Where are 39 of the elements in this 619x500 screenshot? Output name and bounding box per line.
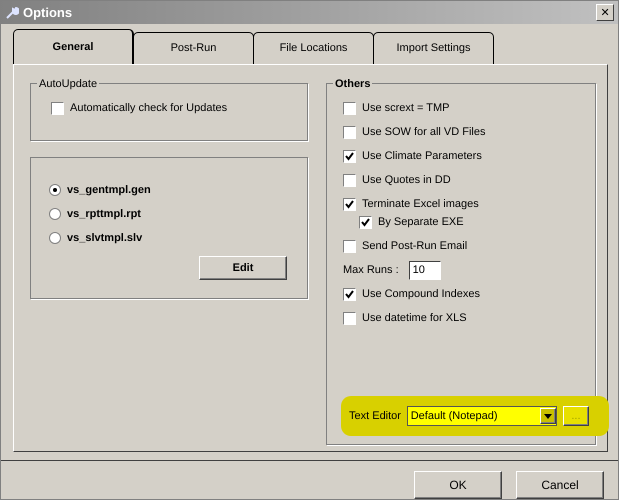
checkbox[interactable] <box>343 150 356 162</box>
checkbox[interactable] <box>343 102 356 114</box>
checkbox-label: By Separate EXE <box>378 214 464 230</box>
window-title: Options <box>23 4 72 22</box>
radio-label: vs_gentmpl.gen <box>67 182 151 198</box>
field-label: Max Runs : <box>343 262 399 278</box>
tab[interactable]: Import Settings <box>373 32 494 64</box>
checkbox[interactable] <box>343 198 356 210</box>
checkbox-label: Use scrext = TMP <box>362 100 450 116</box>
checkbox[interactable] <box>343 288 356 300</box>
edit-button[interactable]: Edit <box>199 256 287 280</box>
radio-button[interactable] <box>49 208 61 220</box>
checkbox[interactable] <box>343 174 356 186</box>
checkbox-label: Terminate Excel images <box>362 196 479 212</box>
checkbox[interactable] <box>51 102 64 114</box>
dialog-button[interactable]: OK <box>414 471 502 499</box>
checkbox[interactable] <box>343 240 356 252</box>
field-label: Text Editor <box>349 408 401 424</box>
checkbox-label: Use SOW for all VD Files <box>362 124 486 140</box>
radio-button[interactable] <box>49 232 61 244</box>
radio-button[interactable] <box>49 184 61 196</box>
dialog-button[interactable]: Cancel <box>516 471 604 499</box>
checkbox-label: Use Quotes in DD <box>362 172 451 188</box>
close-button[interactable]: ✕ <box>596 4 614 21</box>
wrench-icon <box>5 6 19 20</box>
checkbox-label: Use datetime for XLS <box>362 310 467 326</box>
number-field[interactable]: 10 <box>408 260 441 280</box>
radio-label: vs_rpttmpl.rpt <box>67 206 141 222</box>
radio-label: vs_slvtmpl.slv <box>67 230 142 246</box>
checkbox-label: Use Compound Indexes <box>362 286 480 302</box>
checkbox-label: Use Climate Parameters <box>362 148 482 164</box>
checkbox-label: Automatically check for Updates <box>70 100 228 116</box>
group-title: AutoUpdate <box>37 76 100 92</box>
checkbox[interactable] <box>343 312 356 324</box>
tab[interactable]: General <box>13 29 134 64</box>
text-editor-dropdown[interactable]: Default (Notepad) <box>406 406 557 426</box>
checkbox[interactable] <box>359 216 372 228</box>
checkbox-label: Send Post-Run Email <box>362 238 468 254</box>
checkbox[interactable] <box>343 126 356 138</box>
